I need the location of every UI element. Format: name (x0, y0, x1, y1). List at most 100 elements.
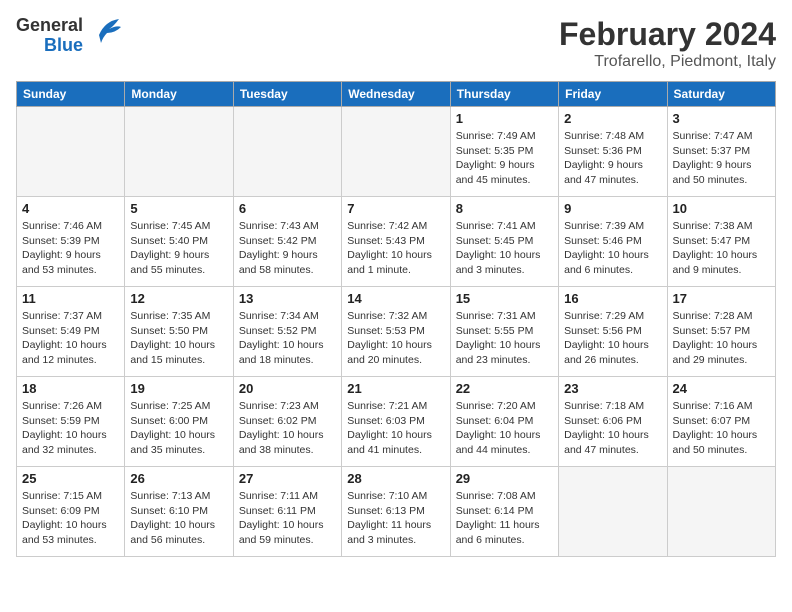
day-info: Sunrise: 7:49 AM Sunset: 5:35 PM Dayligh… (456, 129, 553, 188)
col-header-wednesday: Wednesday (342, 82, 450, 107)
logo-general-text: General (16, 16, 83, 36)
calendar-table: SundayMondayTuesdayWednesdayThursdayFrid… (16, 81, 776, 557)
day-info: Sunrise: 7:16 AM Sunset: 6:07 PM Dayligh… (673, 399, 770, 458)
day-info: Sunrise: 7:25 AM Sunset: 6:00 PM Dayligh… (130, 399, 227, 458)
day-info: Sunrise: 7:41 AM Sunset: 5:45 PM Dayligh… (456, 219, 553, 278)
calendar-cell: 1 Sunrise: 7:49 AM Sunset: 5:35 PM Daylig… (450, 107, 558, 197)
day-number: 25 (22, 471, 119, 486)
calendar-cell: 16 Sunrise: 7:29 AM Sunset: 5:56 PM Dayli… (559, 287, 667, 377)
day-number: 28 (347, 471, 444, 486)
calendar-cell: 8 Sunrise: 7:41 AM Sunset: 5:45 PM Daylig… (450, 197, 558, 287)
logo-bird-icon (89, 17, 121, 50)
calendar-cell: 10Sunrise: 7:38 AM Sunset: 5:47 PM Dayli… (667, 197, 775, 287)
calendar-cell: 5 Sunrise: 7:45 AM Sunset: 5:40 PM Daylig… (125, 197, 233, 287)
calendar-cell (342, 107, 450, 197)
calendar-cell: 14 Sunrise: 7:32 AM Sunset: 5:53 PM Dayli… (342, 287, 450, 377)
day-number: 22 (456, 381, 553, 396)
calendar-cell: 29 Sunrise: 7:08 AM Sunset: 6:14 PM Dayli… (450, 467, 558, 557)
day-number: 4 (22, 201, 119, 216)
day-number: 29 (456, 471, 553, 486)
col-header-saturday: Saturday (667, 82, 775, 107)
day-number: 6 (239, 201, 336, 216)
day-info: Sunrise: 7:34 AM Sunset: 5:52 PM Dayligh… (239, 309, 336, 368)
calendar-cell: 19 Sunrise: 7:25 AM Sunset: 6:00 PM Dayli… (125, 377, 233, 467)
calendar-cell: 3 Sunrise: 7:47 AM Sunset: 5:37 PM Daylig… (667, 107, 775, 197)
day-info: Sunrise: 7:21 AM Sunset: 6:03 PM Dayligh… (347, 399, 444, 458)
col-header-monday: Monday (125, 82, 233, 107)
day-info: Sunrise: 7:29 AM Sunset: 5:56 PM Dayligh… (564, 309, 661, 368)
day-number: 16 (564, 291, 661, 306)
calendar-cell: 13 Sunrise: 7:34 AM Sunset: 5:52 PM Dayli… (233, 287, 341, 377)
day-number: 18 (22, 381, 119, 396)
calendar-week-4: 18 Sunrise: 7:26 AM Sunset: 5:59 PM Dayli… (17, 377, 776, 467)
calendar-cell (559, 467, 667, 557)
day-number: 19 (130, 381, 227, 396)
day-info: Sunrise: 7:31 AM Sunset: 5:55 PM Dayligh… (456, 309, 553, 368)
day-info: Sunrise: 7:45 AM Sunset: 5:40 PM Dayligh… (130, 219, 227, 278)
day-info: Sunrise: 7:26 AM Sunset: 5:59 PM Dayligh… (22, 399, 119, 458)
calendar-cell: 4 Sunrise: 7:46 AM Sunset: 5:39 PM Daylig… (17, 197, 125, 287)
calendar-week-3: 11 Sunrise: 7:37 AM Sunset: 5:49 PM Dayli… (17, 287, 776, 377)
calendar-cell: 26 Sunrise: 7:13 AM Sunset: 6:10 PM Dayli… (125, 467, 233, 557)
day-number: 27 (239, 471, 336, 486)
calendar-week-1: 1 Sunrise: 7:49 AM Sunset: 5:35 PM Daylig… (17, 107, 776, 197)
calendar-cell (233, 107, 341, 197)
logo: General Blue (16, 16, 121, 56)
calendar-week-5: 25 Sunrise: 7:15 AM Sunset: 6:09 PM Dayli… (17, 467, 776, 557)
location-title: Trofarello, Piedmont, Italy (559, 53, 776, 71)
day-info: Sunrise: 7:48 AM Sunset: 5:36 PM Dayligh… (564, 129, 661, 188)
day-info: Sunrise: 7:08 AM Sunset: 6:14 PM Dayligh… (456, 489, 553, 548)
day-number: 13 (239, 291, 336, 306)
day-number: 14 (347, 291, 444, 306)
day-number: 26 (130, 471, 227, 486)
day-info: Sunrise: 7:20 AM Sunset: 6:04 PM Dayligh… (456, 399, 553, 458)
day-info: Sunrise: 7:39 AM Sunset: 5:46 PM Dayligh… (564, 219, 661, 278)
month-title: February 2024 (559, 16, 776, 53)
day-info: Sunrise: 7:10 AM Sunset: 6:13 PM Dayligh… (347, 489, 444, 548)
day-info: Sunrise: 7:13 AM Sunset: 6:10 PM Dayligh… (130, 489, 227, 548)
calendar-cell: 9Sunrise: 7:39 AM Sunset: 5:46 PM Daylig… (559, 197, 667, 287)
day-info: Sunrise: 7:15 AM Sunset: 6:09 PM Dayligh… (22, 489, 119, 548)
calendar-cell (17, 107, 125, 197)
day-number: 7 (347, 201, 444, 216)
calendar-cell: 7Sunrise: 7:42 AM Sunset: 5:43 PM Daylig… (342, 197, 450, 287)
day-info: Sunrise: 7:32 AM Sunset: 5:53 PM Dayligh… (347, 309, 444, 368)
calendar-cell: 15 Sunrise: 7:31 AM Sunset: 5:55 PM Dayli… (450, 287, 558, 377)
day-number: 3 (673, 111, 770, 126)
calendar-cell: 28 Sunrise: 7:10 AM Sunset: 6:13 PM Dayli… (342, 467, 450, 557)
day-number: 21 (347, 381, 444, 396)
calendar-week-2: 4 Sunrise: 7:46 AM Sunset: 5:39 PM Daylig… (17, 197, 776, 287)
calendar-cell: 25 Sunrise: 7:15 AM Sunset: 6:09 PM Dayli… (17, 467, 125, 557)
calendar-cell: 22 Sunrise: 7:20 AM Sunset: 6:04 PM Dayli… (450, 377, 558, 467)
day-number: 2 (564, 111, 661, 126)
day-info: Sunrise: 7:18 AM Sunset: 6:06 PM Dayligh… (564, 399, 661, 458)
day-number: 10 (673, 201, 770, 216)
calendar-header-row: SundayMondayTuesdayWednesdayThursdayFrid… (17, 82, 776, 107)
day-number: 20 (239, 381, 336, 396)
day-number: 17 (673, 291, 770, 306)
calendar-cell: 12Sunrise: 7:35 AM Sunset: 5:50 PM Dayli… (125, 287, 233, 377)
day-info: Sunrise: 7:46 AM Sunset: 5:39 PM Dayligh… (22, 219, 119, 278)
day-number: 5 (130, 201, 227, 216)
col-header-thursday: Thursday (450, 82, 558, 107)
calendar-cell: 21 Sunrise: 7:21 AM Sunset: 6:03 PM Dayli… (342, 377, 450, 467)
logo-blue-text: Blue (44, 36, 83, 56)
calendar-cell: 23Sunrise: 7:18 AM Sunset: 6:06 PM Dayli… (559, 377, 667, 467)
day-info: Sunrise: 7:37 AM Sunset: 5:49 PM Dayligh… (22, 309, 119, 368)
calendar-cell: 2 Sunrise: 7:48 AM Sunset: 5:36 PM Daylig… (559, 107, 667, 197)
day-info: Sunrise: 7:28 AM Sunset: 5:57 PM Dayligh… (673, 309, 770, 368)
col-header-friday: Friday (559, 82, 667, 107)
calendar-cell: 18 Sunrise: 7:26 AM Sunset: 5:59 PM Dayli… (17, 377, 125, 467)
day-number: 24 (673, 381, 770, 396)
day-info: Sunrise: 7:11 AM Sunset: 6:11 PM Dayligh… (239, 489, 336, 548)
day-info: Sunrise: 7:47 AM Sunset: 5:37 PM Dayligh… (673, 129, 770, 188)
calendar-cell: 6 Sunrise: 7:43 AM Sunset: 5:42 PM Daylig… (233, 197, 341, 287)
day-info: Sunrise: 7:43 AM Sunset: 5:42 PM Dayligh… (239, 219, 336, 278)
day-number: 1 (456, 111, 553, 126)
day-number: 15 (456, 291, 553, 306)
calendar-cell: 20Sunrise: 7:23 AM Sunset: 6:02 PM Dayli… (233, 377, 341, 467)
day-number: 8 (456, 201, 553, 216)
calendar-cell: 17 Sunrise: 7:28 AM Sunset: 5:57 PM Dayli… (667, 287, 775, 377)
day-number: 11 (22, 291, 119, 306)
calendar-cell (125, 107, 233, 197)
